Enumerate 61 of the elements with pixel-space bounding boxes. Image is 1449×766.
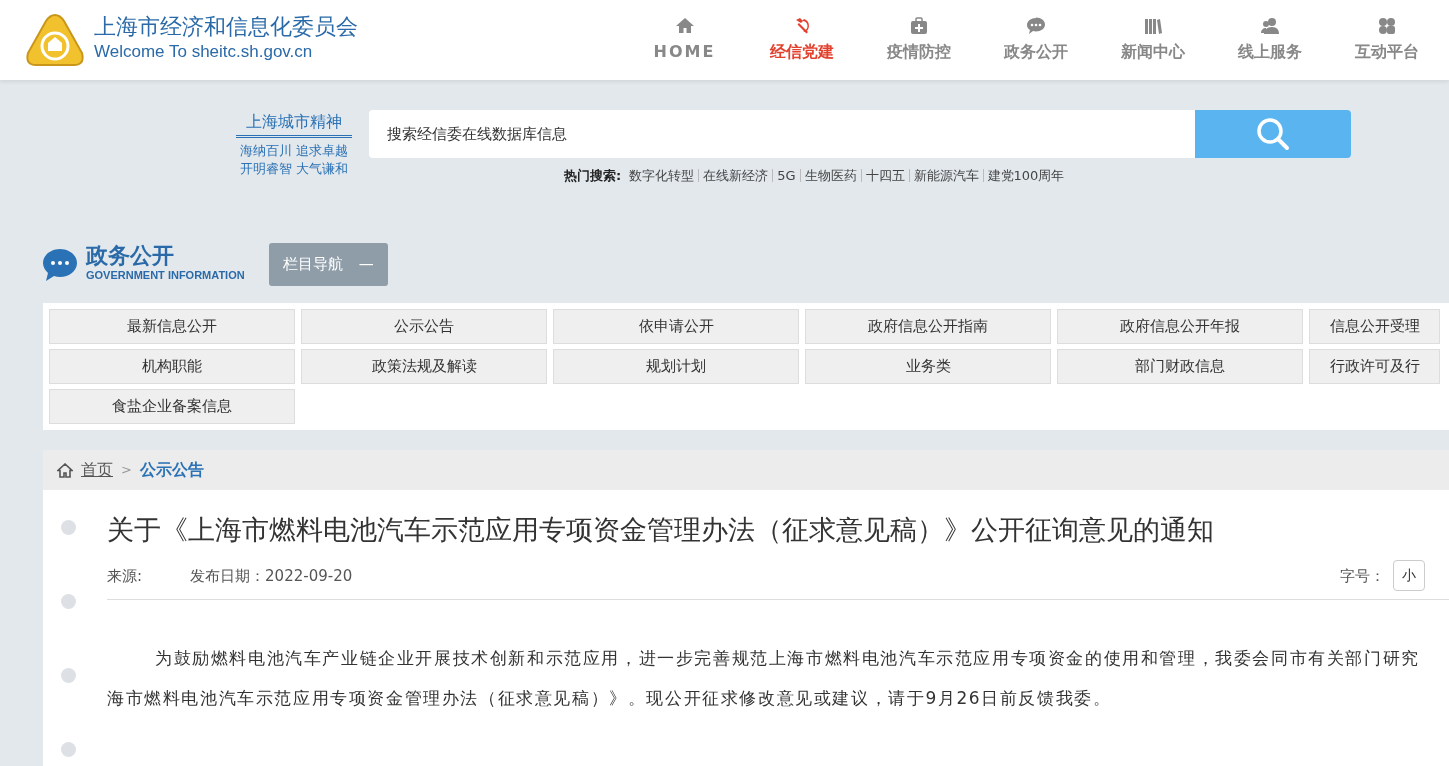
books-icon [1142,16,1163,36]
paragraph-line: 为鼓励燃料电池汽车产业链企业开展技术创新和示范应用，进一步完善规范上海市燃料电池汽车示范应用专项资金的使用和管理，我委会同市有关部门研究 [154,647,1421,671]
category-button[interactable]: 依申请公开 [553,309,799,344]
slogan-line: 海纳百川 追求卓越 [239,142,349,160]
medical-kit-icon [908,16,929,36]
nav-tab[interactable]: 疫情防控 [860,16,977,64]
nav-tab[interactable]: 经信党建 [743,16,860,64]
nav-tab[interactable]: 政务公开 [977,16,1094,64]
search-icon [1256,117,1290,151]
site-subtitle: Welcome To sheitc.sh.gov.cn [94,41,314,64]
home-icon [57,462,73,478]
hot-search-link[interactable]: 5G [777,166,796,186]
article-title: 关于《上海市燃料电池汽车示范应用专项资金管理办法（征求意见稿）》公开征询意见的通知 [107,514,1215,547]
search-field[interactable]: 搜索经信委在线数据库信息 [369,110,1195,158]
category-button[interactable]: 规划计划 [553,349,799,384]
speech-bubble-icon [1025,16,1046,36]
category-button[interactable]: 食盐企业备案信息 [49,389,295,424]
category-button[interactable]: 业务类 [805,349,1051,384]
breadcrumb-link[interactable]: 首页 [81,458,113,482]
nav-tab[interactable]: 线上服务 [1211,16,1328,64]
search-button[interactable] [1195,110,1351,158]
nav-tab[interactable]: 新闻中心 [1094,16,1211,64]
site-title: 上海市经济和信息化委员会 [94,15,358,40]
bullet-dot [61,520,76,535]
paragraph-line: 海市燃料电池汽车示范应用专项资金管理办法（征求意见稿）》。现公开征求修改意见或建议，请于9月26日前反馈我委。 [107,687,1113,711]
category-button[interactable]: 机构职能 [49,349,295,384]
emblem-logo-icon [24,13,86,67]
font-size-label: 字号： [1340,565,1385,587]
hot-search-link[interactable]: 在线新经济 [703,166,769,186]
hot-search-link[interactable]: 生物医药 [804,166,857,186]
section-title: 政务公开 [86,245,175,268]
breadcrumb-link[interactable]: 公示公告 [139,458,204,482]
category-button[interactable]: 政府信息公开年报 [1057,309,1303,344]
category-button[interactable]: 政策法规及解读 [301,349,547,384]
bullet-dot [61,668,76,683]
four-petals-icon [1376,16,1397,36]
slogan-line: 开明睿智 大气谦和 [239,160,349,179]
source-label: 来源: [107,565,143,587]
nav-tab[interactable]: HOME [626,16,743,64]
speech-bubble-icon [42,247,78,282]
category-button[interactable]: 政府信息公开指南 [805,309,1051,344]
section-subtitle: GOVERNMENT INFORMATION [86,268,245,284]
category-button[interactable]: 信息公开受理 [1309,309,1440,344]
category-button[interactable]: 行政许可及行 [1309,349,1440,384]
hot-search-link[interactable]: 建党100周年 [987,166,1065,186]
font-size-button[interactable]: 小 [1393,560,1425,592]
category-button[interactable]: 最新信息公开 [49,309,295,344]
home-icon [674,16,695,36]
breadcrumb-separator: > [121,461,132,480]
hot-search-link[interactable]: 新能源汽车 [913,166,979,186]
hot-search-label: 热门搜索: [564,167,622,185]
slogan-title: 上海城市精神 [236,110,352,138]
nav-tab[interactable]: 互动平台 [1328,16,1445,64]
category-button[interactable]: 部门财政信息 [1057,349,1303,384]
users-icon [1259,16,1280,36]
category-button[interactable]: 公示公告 [301,309,547,344]
hot-search-link[interactable]: 数字化转型 [629,166,695,186]
bullet-dot [61,742,76,757]
bullet-dot [61,594,76,609]
publish-date: 发布日期：2022-09-20 [190,565,353,587]
hot-search-link[interactable]: 十四五 [865,166,905,186]
